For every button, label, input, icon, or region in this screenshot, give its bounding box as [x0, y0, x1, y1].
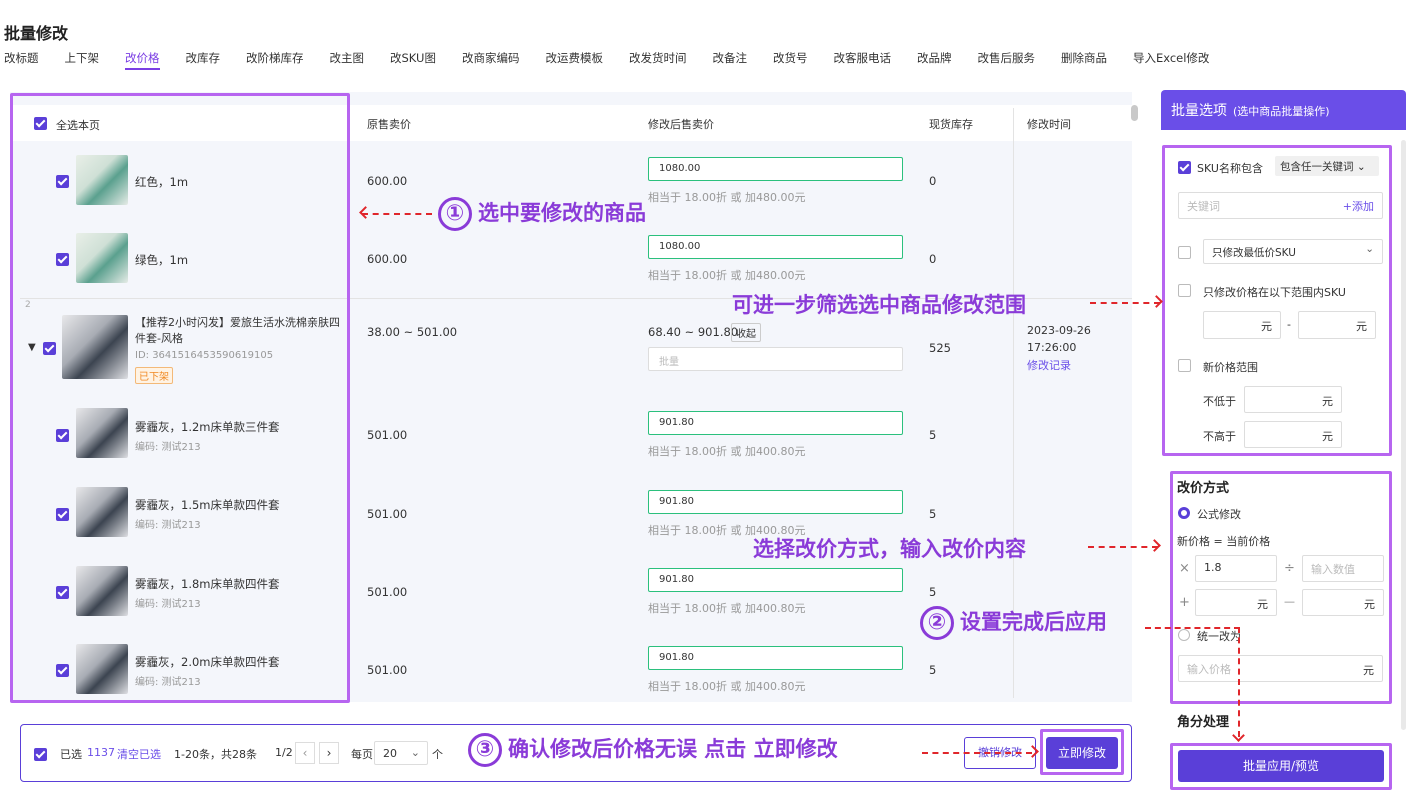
arrow-step2-line	[1145, 627, 1240, 629]
selected-label: 已选	[60, 748, 82, 761]
price-hint: 相当于 18.00折 或 加480.00元	[648, 191, 806, 204]
tab-item[interactable]: 改阶梯库存	[246, 50, 304, 70]
modified-time: 17:26:00	[1027, 341, 1077, 354]
page-title: 批量修改	[4, 24, 69, 43]
selection-highlight-frame	[10, 93, 350, 703]
price-hint: 相当于 18.00折 或 加480.00元	[648, 269, 806, 282]
annotation-step2: ② 设置完成后应用	[920, 606, 1107, 640]
tab-item[interactable]: 改标题	[4, 50, 39, 70]
per-page-value: 20	[383, 747, 397, 760]
apply-now-highlight-frame	[1040, 729, 1124, 775]
tab-item[interactable]: 改货号	[773, 50, 808, 70]
arrow-right-icon	[1150, 295, 1163, 308]
modified-date: 2023-09-26	[1027, 324, 1091, 337]
tab-item[interactable]: 改备注	[712, 50, 747, 70]
tab-item[interactable]: 导入Excel修改	[1133, 50, 1209, 70]
orig-price: 600.00	[367, 252, 408, 266]
filter-highlight-frame	[1162, 145, 1392, 456]
orig-price: 501.00	[367, 663, 408, 677]
table-scrollbar[interactable]	[1131, 105, 1138, 121]
tab-item[interactable]: 改发货时间	[629, 50, 687, 70]
new-price-input[interactable]: 901.80	[648, 568, 903, 592]
price-hint: 相当于 18.00折 或 加400.80元	[648, 680, 806, 693]
arrow-filter-line	[1090, 302, 1160, 304]
arrow-method-line	[1088, 546, 1158, 548]
apply-highlight-frame	[1170, 743, 1392, 790]
stock-value: 5	[929, 663, 937, 677]
tab-item[interactable]: 改主图	[330, 50, 365, 70]
annotation-filter: 可进一步筛选选中商品修改范围	[732, 293, 1026, 317]
step1-number: ①	[438, 197, 472, 231]
stock-value: 5	[929, 585, 937, 599]
arrow-step2-vertical	[1238, 627, 1240, 737]
orig-price: 501.00	[367, 585, 408, 599]
per-page-label: 每页	[351, 748, 373, 761]
tab-item[interactable]: 改库存	[186, 50, 221, 70]
header-new-price: 修改后售卖价	[648, 118, 714, 131]
next-page-button[interactable]: ›	[319, 742, 339, 764]
tab-item[interactable]: 改SKU图	[390, 50, 436, 70]
collapse-button[interactable]: 收起	[731, 323, 761, 342]
step2-number: ②	[920, 606, 954, 640]
page-text: 1/2	[275, 746, 293, 759]
tab-item[interactable]: 改售后服务	[977, 50, 1035, 70]
header-modified-time: 修改时间	[1027, 118, 1071, 131]
orig-price: 501.00	[367, 428, 408, 442]
batch-price-input[interactable]: 批量	[648, 347, 903, 371]
step3-text: 确认修改后价格无误 点击 立即修改	[508, 737, 838, 761]
arrow-right-icon	[1148, 539, 1161, 552]
new-price-input[interactable]: 1080.00	[648, 235, 903, 259]
sidebar-title: 批量选项	[1171, 103, 1227, 119]
tab-bar: 改标题 上下架 改价格 改库存 改阶梯库存 改主图 改SKU图 改商家编码 改运费模板 改发货时间…	[4, 50, 1235, 70]
clear-selected-link[interactable]: 清空已选	[117, 746, 161, 762]
tab-item[interactable]: 改价格	[125, 50, 160, 70]
sidebar-scrollbar[interactable]	[1401, 140, 1406, 730]
product-stock: 525	[929, 341, 951, 355]
new-price-range: 68.40 ~ 901.80	[648, 325, 739, 339]
method-highlight-frame	[1170, 471, 1392, 704]
annotation-method: 选择改价方式，输入改价内容	[753, 537, 1026, 561]
per-page-unit: 个	[432, 748, 443, 761]
step3-number: ③	[468, 733, 502, 767]
tab-item[interactable]: 改客服电话	[833, 50, 891, 70]
annotation-step3: ③ 确认修改后价格无误 点击 立即修改	[468, 733, 838, 767]
price-hint: 相当于 18.00折 或 加400.80元	[648, 602, 806, 615]
sidebar-subtitle: (选中商品批量操作)	[1233, 105, 1330, 118]
selected-count: 1137	[87, 746, 115, 759]
arrow-down-icon	[1232, 729, 1245, 742]
stock-value: 5	[929, 428, 937, 442]
history-link[interactable]: 修改记录	[1027, 357, 1071, 373]
prev-page-button[interactable]: ‹	[295, 742, 315, 764]
chevron-down-icon: ⌄	[410, 746, 420, 759]
stock-value: 0	[929, 252, 937, 266]
annotation-step1: ① 选中要修改的商品	[438, 197, 646, 231]
per-page-select[interactable]: 20 ⌄	[374, 741, 428, 765]
header-stock: 现货库存	[929, 118, 973, 131]
new-price-input[interactable]: 901.80	[648, 411, 903, 435]
new-price-input[interactable]: 901.80	[648, 490, 903, 514]
new-price-input[interactable]: 901.80	[648, 646, 903, 670]
header-orig-price: 原售卖价	[367, 118, 411, 131]
tab-item[interactable]: 改品牌	[917, 50, 952, 70]
sidebar-header: 批量选项 (选中商品批量操作)	[1161, 90, 1406, 130]
rounding-title: 角分处理	[1177, 715, 1230, 730]
orig-price-range: 38.00 ~ 501.00	[367, 325, 458, 339]
arrow-step1-line	[362, 213, 432, 215]
tab-item[interactable]: 改商家编码	[462, 50, 520, 70]
tab-item[interactable]: 上下架	[65, 50, 100, 70]
step1-text: 选中要修改的商品	[478, 201, 646, 225]
arrow-step3-line	[922, 752, 1032, 754]
tab-item[interactable]: 改运费模板	[545, 50, 603, 70]
footer-select-checkbox[interactable]	[34, 748, 47, 761]
range-text: 1-20条，共28条	[174, 748, 257, 761]
step2-text: 设置完成后应用	[960, 610, 1107, 634]
stock-value: 5	[929, 507, 937, 521]
tab-item[interactable]: 删除商品	[1061, 50, 1107, 70]
orig-price: 600.00	[367, 174, 408, 188]
new-price-input[interactable]: 1080.00	[648, 157, 903, 181]
orig-price: 501.00	[367, 507, 408, 521]
stock-value: 0	[929, 174, 937, 188]
price-hint: 相当于 18.00折 或 加400.80元	[648, 445, 806, 458]
